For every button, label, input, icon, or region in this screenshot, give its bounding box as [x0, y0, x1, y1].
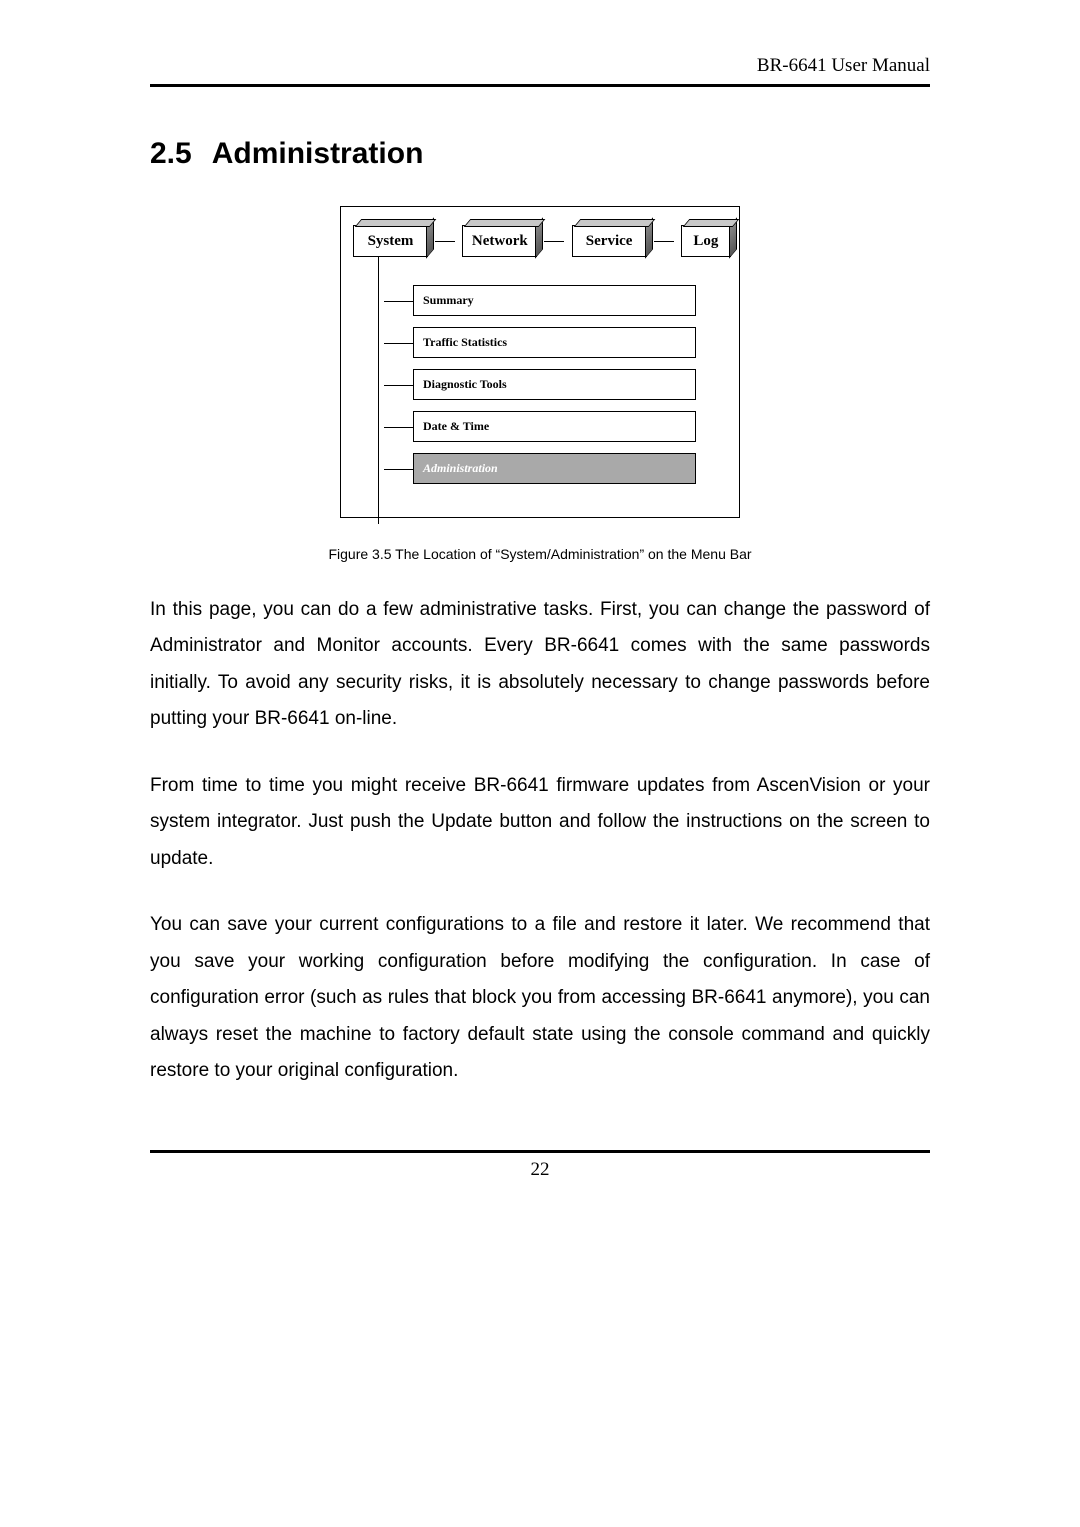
submenu-administration: Administration — [413, 453, 696, 484]
tab-system: System — [353, 225, 428, 257]
menu-tab-row: System Network Service Log — [343, 225, 736, 257]
tab-connector — [435, 241, 455, 242]
paragraph-2: From time to time you might receive BR-6… — [150, 768, 930, 877]
submenu-date-time: Date & Time — [413, 411, 696, 442]
menu-diagram: System Network Service Log Summary Traff… — [340, 206, 740, 518]
footer-rule — [150, 1150, 930, 1153]
tab-service: Service — [572, 225, 647, 257]
tree-vertical-line — [378, 257, 379, 524]
doc-header: BR-6641 User Manual — [150, 55, 930, 87]
paragraph-3: You can save your current configurations… — [150, 907, 930, 1089]
page-footer: 22 — [150, 1150, 930, 1181]
submenu-area: Summary Traffic Statistics Diagnostic To… — [343, 285, 736, 484]
section-title-text: Administration — [212, 137, 424, 170]
section-number: 2.5 — [150, 137, 192, 170]
tab-connector — [544, 241, 564, 242]
figure-caption: Figure 3.5 The Location of “System/Admin… — [150, 546, 930, 562]
section-heading: 2.5 Administration — [150, 137, 930, 171]
tab-connector — [654, 241, 674, 242]
page-number: 22 — [150, 1159, 930, 1181]
paragraph-1: In this page, you can do a few administr… — [150, 592, 930, 738]
tab-log: Log — [681, 225, 731, 257]
submenu-diagnostic: Diagnostic Tools — [413, 369, 696, 400]
tab-network: Network — [462, 225, 537, 257]
submenu-summary: Summary — [413, 285, 696, 316]
submenu-traffic-stats: Traffic Statistics — [413, 327, 696, 358]
